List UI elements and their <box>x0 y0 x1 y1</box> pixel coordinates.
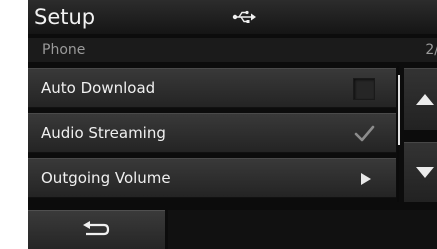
usb-icon <box>232 10 256 23</box>
breadcrumb: Phone 2/ <box>28 38 437 62</box>
section-label: Phone <box>42 42 86 58</box>
menu-item-audio-streaming[interactable]: Audio Streaming <box>28 113 396 153</box>
triangle-up-icon <box>416 94 434 105</box>
menu-item-label: Auto Download <box>41 79 156 97</box>
checkmark-icon[interactable] <box>353 123 375 145</box>
scrollbar[interactable] <box>398 75 400 145</box>
return-arrow-icon <box>83 221 110 236</box>
menu-item-outgoing-volume[interactable]: Outgoing Volume <box>28 158 396 198</box>
back-button[interactable] <box>28 210 165 249</box>
title-bar: Setup <box>28 0 437 34</box>
scroll-up-button[interactable] <box>404 68 437 130</box>
menu-item-label: Outgoing Volume <box>41 169 171 187</box>
arrow-right-icon <box>361 173 371 185</box>
page-title: Setup <box>34 5 96 29</box>
page-indicator: 2/ <box>425 42 437 58</box>
menu-item-label: Audio Streaming <box>41 124 166 142</box>
triangle-down-icon <box>416 167 434 178</box>
footer-bar <box>168 210 437 249</box>
menu-item-auto-download[interactable]: Auto Download <box>28 68 396 108</box>
scroll-down-button[interactable] <box>404 142 437 202</box>
setup-screen: Setup Phone 2/ Auto Download Audio Strea… <box>28 0 437 249</box>
auto-download-checkbox[interactable] <box>353 78 375 100</box>
